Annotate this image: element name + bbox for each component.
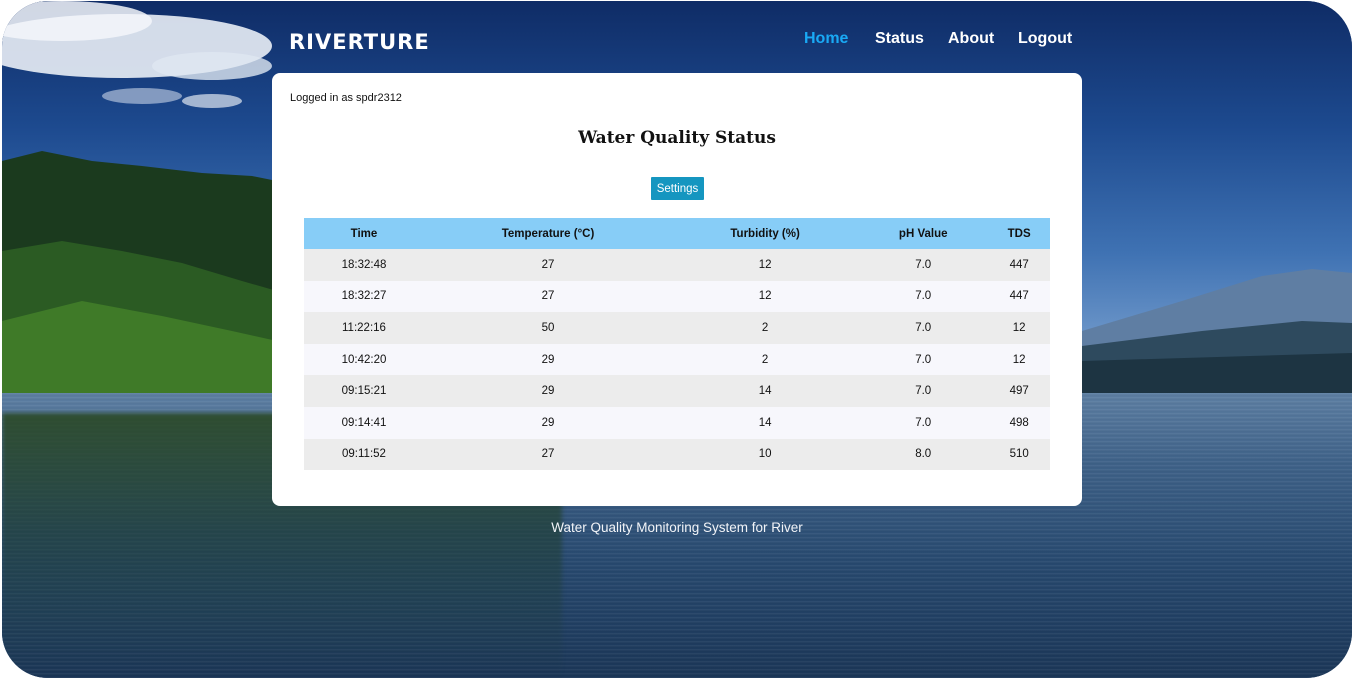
table-row: 11:22:16 50 2 7.0 12 [304, 312, 1050, 344]
cell-ph: 7.0 [858, 280, 989, 313]
cell-ph: 7.0 [858, 343, 989, 376]
cell-turbidity: 10 [672, 438, 859, 471]
water-quality-table: Time Temperature (°C) Turbidity (%) pH V… [304, 218, 1050, 471]
cell-temperature: 29 [423, 406, 673, 439]
cell-tds: 510 [988, 438, 1050, 471]
cell-tds: 12 [988, 343, 1050, 376]
cell-turbidity: 14 [672, 375, 859, 407]
nav-home-link[interactable]: Home [804, 30, 848, 48]
cell-ph: 7.0 [858, 406, 989, 439]
cell-time: 09:11:52 [304, 438, 424, 471]
cell-turbidity: 2 [672, 312, 859, 344]
status-card: Logged in as spdr2312 Water Quality Stat… [272, 73, 1082, 506]
footer-text: Water Quality Monitoring System for Rive… [551, 520, 803, 535]
cell-turbidity: 12 [672, 249, 859, 281]
nav-about-link[interactable]: About [948, 30, 994, 48]
cell-tds: 498 [988, 406, 1050, 439]
nav-logout-link[interactable]: Logout [1018, 30, 1072, 48]
settings-button[interactable]: Settings [651, 177, 704, 200]
cell-temperature: 27 [423, 280, 673, 313]
cell-ph: 8.0 [858, 438, 989, 471]
cell-time: 18:32:27 [304, 280, 424, 313]
table-row: 10:42:20 29 2 7.0 12 [304, 343, 1050, 376]
table-row: 18:32:48 27 12 7.0 447 [304, 249, 1050, 281]
cell-tds: 12 [988, 312, 1050, 344]
page-title: Water Quality Status [578, 128, 776, 148]
cell-time: 11:22:16 [304, 312, 424, 344]
column-header-tds: TDS [988, 218, 1050, 249]
cell-temperature: 50 [423, 312, 673, 344]
cell-time: 10:42:20 [304, 343, 424, 376]
cell-temperature: 29 [423, 343, 673, 376]
cell-time: 18:32:48 [304, 249, 424, 281]
cell-time: 09:14:41 [304, 406, 424, 439]
nav-status-link[interactable]: Status [875, 30, 924, 48]
cell-time: 09:15:21 [304, 375, 424, 407]
cell-tds: 447 [988, 280, 1050, 313]
cell-temperature: 29 [423, 375, 673, 407]
table-row: 09:11:52 27 10 8.0 510 [304, 438, 1050, 471]
column-header-time: Time [304, 218, 424, 249]
column-header-ph: pH Value [858, 218, 989, 249]
column-header-turbidity: Turbidity (%) [672, 218, 859, 249]
cell-ph: 7.0 [858, 249, 989, 281]
cell-tds: 447 [988, 249, 1050, 281]
cell-temperature: 27 [423, 438, 673, 471]
logged-in-label: Logged in as spdr2312 [290, 92, 402, 104]
cell-turbidity: 12 [672, 280, 859, 313]
cell-ph: 7.0 [858, 312, 989, 344]
column-header-temperature: Temperature (°C) [423, 218, 673, 249]
table-row: 09:14:41 29 14 7.0 498 [304, 406, 1050, 439]
table-row: 09:15:21 29 14 7.0 497 [304, 375, 1050, 407]
table-header-row: Time Temperature (°C) Turbidity (%) pH V… [304, 218, 1050, 249]
app-window: RIVERTURE Home Status About Logout Logge… [2, 1, 1352, 678]
brand-logo[interactable]: RIVERTURE [289, 30, 430, 54]
cell-turbidity: 14 [672, 406, 859, 439]
cell-temperature: 27 [423, 249, 673, 281]
table-row: 18:32:27 27 12 7.0 447 [304, 280, 1050, 313]
cell-turbidity: 2 [672, 343, 859, 376]
cell-tds: 497 [988, 375, 1050, 407]
cell-ph: 7.0 [858, 375, 989, 407]
